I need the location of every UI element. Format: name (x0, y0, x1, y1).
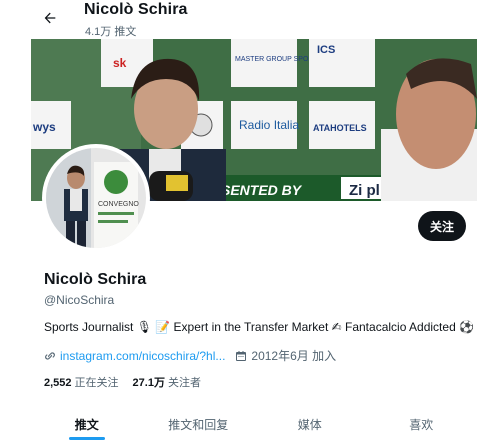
top-bar: Nicolò Schira 4.1万 推文 (31, 0, 477, 39)
sign-presented-by: SENTED BY (221, 182, 303, 198)
followers-count: 27.1万 (132, 377, 165, 389)
follow-stats: 2,552 正在关注 27.1万 关注者 (44, 374, 215, 390)
header-post-count: 4.1万 推文 (85, 26, 137, 38)
sign-atahotels: ATAHOTELS (313, 123, 367, 133)
following-stat[interactable]: 2,552 正在关注 (44, 374, 119, 390)
sign-sk: sk (113, 56, 127, 70)
joined-date: 2012年6月 加入 (235, 347, 336, 364)
bio-text: Sports Journalist 🎙 📝 Expert in the Tran… (44, 320, 475, 334)
sign-zi: Zi pl (349, 182, 380, 199)
header-name: Nicolò Schira (84, 1, 188, 18)
profile-tabs: 推文 推文和回复 媒体 喜欢 (31, 405, 477, 440)
avatar-image: CONVEGNO (46, 148, 146, 248)
followers-label: 关注者 (167, 377, 201, 389)
display-name: Nicolò Schira (44, 271, 147, 288)
tab-likes[interactable]: 喜欢 (366, 405, 478, 440)
profile-link[interactable]: instagram.com/nicoschira/?hl... (44, 349, 225, 363)
calendar-icon (236, 350, 247, 361)
tab-tweets[interactable]: 推文 (31, 405, 143, 440)
back-button[interactable] (39, 7, 61, 29)
profile-link-text: instagram.com/nicoschira/?hl... (60, 348, 226, 363)
tab-tweets-replies[interactable]: 推文和回复 (143, 405, 255, 440)
sign-wys: wys (32, 120, 56, 134)
link-icon (45, 351, 55, 360)
tab-media[interactable]: 媒体 (254, 405, 366, 440)
sign-ics: ICS (317, 44, 335, 56)
avatar-sign-text: CONVEGNO (98, 201, 139, 208)
profile-meta: instagram.com/nicoschira/?hl... 2012年6月 … (44, 347, 336, 364)
followers-stat[interactable]: 27.1万 关注者 (133, 374, 201, 390)
following-count: 2,552 (44, 377, 72, 389)
sign-radio-italia: Radio Italia (239, 118, 299, 132)
sign-master-group: MASTER GROUP SPORT (235, 56, 318, 63)
arrow-left-icon (44, 12, 56, 24)
joined-text: 2012年6月 加入 (251, 349, 337, 363)
profile-avatar[interactable]: CONVEGNO (42, 144, 150, 252)
follow-button[interactable]: 关注 (418, 211, 466, 241)
user-handle: @NicoSchira (44, 293, 115, 307)
following-label: 正在关注 (74, 377, 119, 389)
